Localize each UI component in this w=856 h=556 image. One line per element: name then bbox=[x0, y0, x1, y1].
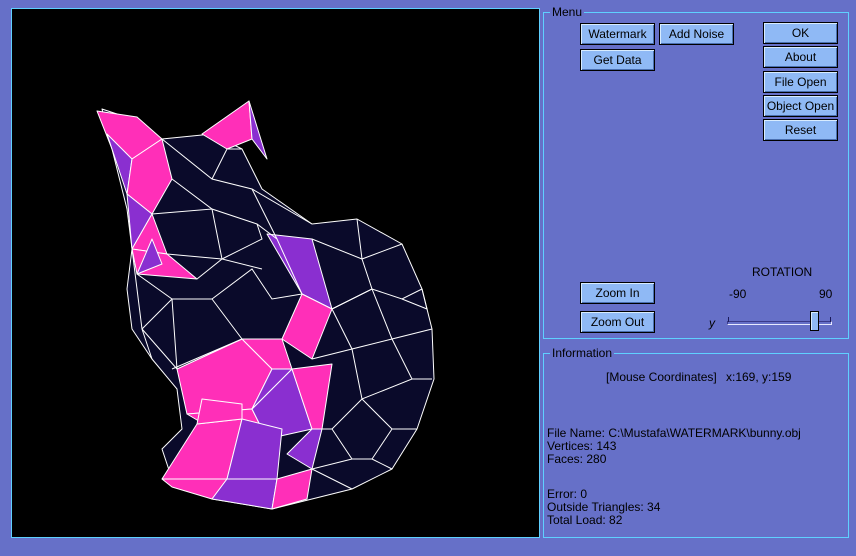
render-viewport[interactable] bbox=[11, 8, 540, 538]
object-open-button[interactable]: Object Open bbox=[763, 95, 838, 117]
zoom-in-button[interactable]: Zoom In bbox=[580, 282, 655, 304]
slider-tick-min bbox=[728, 317, 729, 322]
rotation-axis-label: y bbox=[709, 316, 715, 330]
add-noise-button[interactable]: Add Noise bbox=[659, 23, 734, 45]
rotation-max-label: 90 bbox=[819, 287, 833, 301]
menu-legend: Menu bbox=[550, 5, 585, 19]
rotation-min-label: -90 bbox=[729, 287, 747, 301]
about-button[interactable]: About bbox=[763, 46, 838, 68]
rotation-slider-thumb[interactable] bbox=[810, 311, 819, 331]
faces-text: Faces: 280 bbox=[547, 452, 607, 466]
zoom-out-button[interactable]: Zoom Out bbox=[580, 311, 655, 333]
watermark-button[interactable]: Watermark bbox=[580, 23, 655, 45]
reset-button[interactable]: Reset bbox=[763, 119, 838, 141]
bunny-mesh bbox=[96, 100, 435, 510]
ok-button[interactable]: OK bbox=[763, 22, 838, 44]
mouse-coordinates-value: x:169, y:159 bbox=[726, 370, 792, 384]
total-load-text: Total Load: 82 bbox=[547, 513, 623, 527]
rotation-title: ROTATION bbox=[752, 265, 813, 279]
mesh-ear-right-2 bbox=[248, 100, 268, 160]
file-open-button[interactable]: File Open bbox=[763, 71, 838, 93]
mesh-face-19 bbox=[196, 398, 243, 425]
get-data-button[interactable]: Get Data bbox=[580, 49, 655, 71]
slider-tick-max bbox=[830, 317, 831, 322]
information-legend: Information bbox=[550, 346, 615, 360]
mouse-coordinates-label: [Mouse Coordinates] bbox=[606, 370, 717, 384]
